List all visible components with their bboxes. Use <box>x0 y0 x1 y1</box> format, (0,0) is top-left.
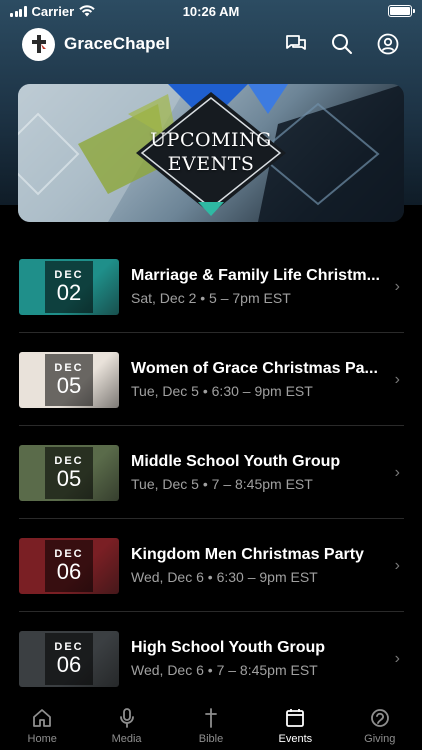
tab-label: Events <box>278 733 313 745</box>
chevron-right-icon: › <box>394 556 400 574</box>
search-icon <box>332 34 352 54</box>
event-date-badge: DEC 06 <box>45 632 93 685</box>
signal-icon <box>10 5 27 17</box>
chevron-right-icon: › <box>394 277 400 295</box>
event-date-badge: DEC 02 <box>45 260 93 313</box>
tab-label: Giving <box>364 733 396 745</box>
header-actions <box>284 32 400 56</box>
giving-icon <box>370 709 389 727</box>
upcoming-events-banner[interactable]: UPCOMING EVENTS <box>18 84 404 222</box>
profile-button[interactable] <box>376 32 400 56</box>
event-day: 06 <box>56 558 82 584</box>
event-info: High School Youth Group Wed, Dec 6 • 7 –… <box>131 638 389 679</box>
microphone-icon <box>119 708 134 728</box>
banner-title: UPCOMING EVENTS <box>18 128 404 176</box>
chevron-right-icon: › <box>394 649 400 667</box>
banner-line-1: UPCOMING <box>150 129 272 151</box>
church-logo <box>22 27 55 61</box>
cross-logo-icon <box>31 35 46 53</box>
event-row[interactable]: DEC 05 Women of Grace Christmas Pa... Tu… <box>0 333 422 426</box>
event-thumbnail: DEC 02 <box>19 258 119 315</box>
tab-label: Bible <box>198 733 224 745</box>
event-title: Marriage & Family Life Christm... <box>131 267 380 284</box>
battery-icon <box>388 5 415 17</box>
event-row[interactable]: DEC 05 Middle School Youth Group Tue, De… <box>0 426 422 519</box>
status-bar: Carrier 10:26 AM <box>0 0 422 22</box>
app-name: GraceChapel <box>64 34 170 53</box>
home-icon <box>33 709 52 727</box>
event-info: Marriage & Family Life Christm... Sat, D… <box>131 266 389 307</box>
event-date-badge: DEC 05 <box>45 353 93 406</box>
event-title: Kingdom Men Christmas Party <box>131 546 364 563</box>
tab-home[interactable]: Home <box>0 706 84 745</box>
event-title: High School Youth Group <box>131 639 326 656</box>
banner-line-2: EVENTS <box>167 153 255 175</box>
event-title: Women of Grace Christmas Pa... <box>131 360 378 377</box>
event-datetime: Wed, Dec 6 • 6:30 – 9pm EST <box>131 569 318 585</box>
event-datetime: Tue, Dec 5 • 7 – 8:45pm EST <box>131 476 313 492</box>
profile-icon <box>377 33 399 55</box>
event-datetime: Wed, Dec 6 • 7 – 8:45pm EST <box>131 662 318 678</box>
tab-giving[interactable]: Giving <box>338 706 422 745</box>
event-row[interactable]: DEC 06 Kingdom Men Christmas Party Wed, … <box>0 519 422 612</box>
tab-label: Media <box>111 733 142 745</box>
tab-label: Home <box>27 733 57 745</box>
chevron-right-icon: › <box>394 463 400 481</box>
tab-media[interactable]: Media <box>85 706 169 745</box>
event-day: 05 <box>56 465 82 491</box>
carrier-label: Carrier <box>31 3 75 19</box>
event-title: Middle School Youth Group <box>131 453 341 470</box>
event-info: Middle School Youth Group Tue, Dec 5 • 7… <box>131 452 389 493</box>
event-list: DEC 02 Marriage & Family Life Christm...… <box>0 240 422 705</box>
event-row[interactable]: DEC 02 Marriage & Family Life Christm...… <box>0 240 422 333</box>
event-thumbnail: DEC 05 <box>19 444 119 501</box>
status-left: Carrier <box>10 4 95 19</box>
event-day: 05 <box>56 372 82 398</box>
event-day: 02 <box>56 279 82 305</box>
chevron-right-icon: › <box>394 370 400 388</box>
event-thumbnail: DEC 06 <box>19 537 119 594</box>
event-datetime: Sat, Dec 2 • 5 – 7pm EST <box>131 290 291 306</box>
event-date-badge: DEC 05 <box>45 446 93 499</box>
cross-icon <box>205 708 217 728</box>
event-thumbnail: DEC 06 <box>19 630 119 687</box>
calendar-icon <box>286 709 305 727</box>
chat-button[interactable] <box>284 32 308 56</box>
app-header: GraceChapel <box>0 26 422 62</box>
tab-bar: Home Media Bible Events Giving <box>0 700 422 750</box>
event-day: 06 <box>56 651 82 677</box>
event-info: Kingdom Men Christmas Party Wed, Dec 6 •… <box>131 545 389 586</box>
event-info: Women of Grace Christmas Pa... Tue, Dec … <box>131 359 389 400</box>
event-thumbnail: DEC 05 <box>19 351 119 408</box>
event-date-badge: DEC 06 <box>45 539 93 592</box>
event-datetime: Tue, Dec 5 • 6:30 – 9pm EST <box>131 383 313 399</box>
wifi-icon <box>79 5 95 17</box>
tab-bible[interactable]: Bible <box>169 706 253 745</box>
event-row[interactable]: DEC 06 High School Youth Group Wed, Dec … <box>0 612 422 705</box>
search-button[interactable] <box>330 32 354 56</box>
chat-icon <box>286 35 306 50</box>
tab-events[interactable]: Events <box>253 706 337 745</box>
